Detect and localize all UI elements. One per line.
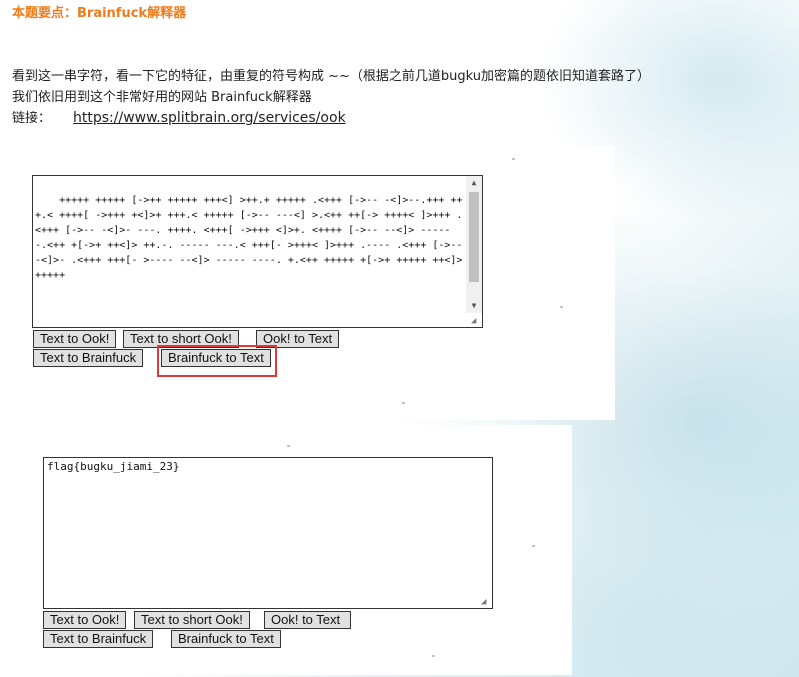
resize-handle-icon[interactable]: ◢ (481, 597, 491, 607)
resize-handle-icon[interactable]: ◢ (471, 316, 481, 326)
screenshot-panel-input: +++++ +++++ [->++ +++++ +++<] >++.+ ++++… (12, 146, 615, 420)
speckle (512, 158, 515, 160)
speckle (532, 545, 535, 547)
scroll-thumb[interactable] (469, 192, 479, 282)
scroll-up-arrow-icon[interactable]: ▲ (466, 176, 482, 190)
text-to-short-ook-button[interactable]: Text to short Ook! (134, 611, 250, 629)
highlight-box (157, 345, 277, 377)
input-textarea[interactable]: +++++ +++++ [->++ +++++ +++<] >++.+ ++++… (32, 175, 483, 328)
brainfuck-to-text-button[interactable]: Brainfuck to Text (171, 630, 281, 648)
speckle (432, 655, 435, 657)
text-to-brainfuck-button[interactable]: Text to Brainfuck (33, 349, 144, 367)
intro-line-1: 看到这一串字符，看一下它的特征，由重复的符号构成 ~~（根据之前几道bugku加… (12, 69, 651, 84)
page-heading: 本题要点：Brainfuck解释器 (12, 6, 187, 21)
text-to-brainfuck-button[interactable]: Text to Brainfuck (43, 630, 154, 648)
scroll-down-arrow-icon[interactable]: ▼ (466, 299, 482, 313)
link-label: 链接： (12, 111, 52, 126)
screenshot-panel-output: flag{bugku_jiami_23} ◢ Text to Ook! Text… (12, 425, 572, 675)
speckle (287, 445, 290, 447)
ook-to-text-button[interactable]: Ook! to Text (264, 611, 351, 629)
output-flag-text: flag{bugku_jiami_23} (47, 460, 180, 473)
intro-line-2: 我们依旧用到这个非常好用的网站 Brainfuck解释器 (12, 90, 312, 105)
splitbrain-link[interactable]: https://www.splitbrain.org/services/ook (73, 110, 346, 126)
text-to-ook-button[interactable]: Text to Ook! (43, 611, 127, 629)
output-textarea[interactable]: flag{bugku_jiami_23} ◢ (43, 457, 493, 609)
textarea-scrollbar[interactable]: ▲ ▼ (466, 176, 482, 313)
speckle (402, 402, 405, 404)
speckle (560, 306, 563, 308)
input-textarea-content: +++++ +++++ [->++ +++++ +++<] >++.+ ++++… (35, 195, 463, 281)
text-to-ook-button[interactable]: Text to Ook! (33, 330, 117, 348)
intro-line-3: 链接： https://www.splitbrain.org/services/o… (12, 107, 346, 126)
